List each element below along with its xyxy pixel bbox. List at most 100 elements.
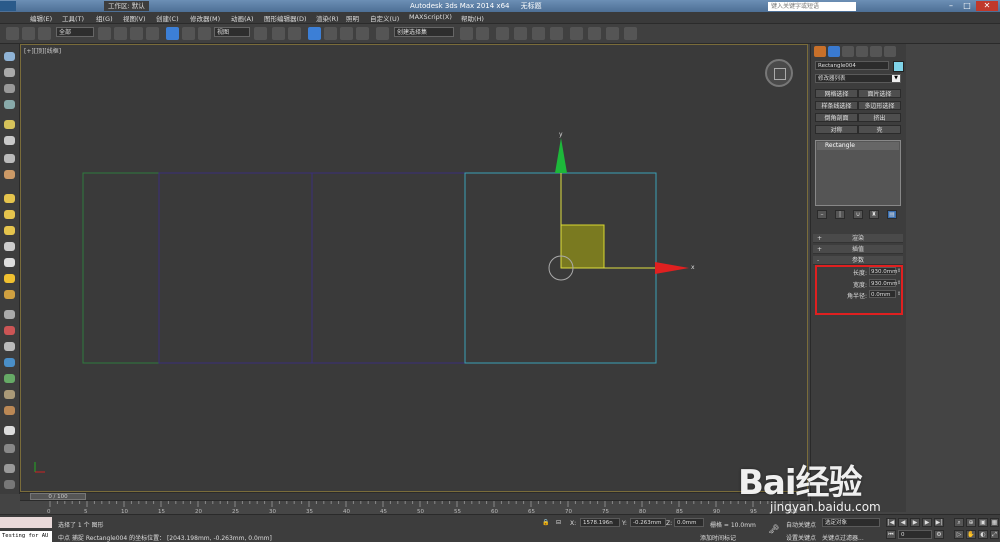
bevel-profile-button[interactable]: 倒角剖面 bbox=[815, 113, 858, 122]
time-slider-thumb[interactable]: 0 / 100 bbox=[30, 493, 86, 500]
goto-end-icon[interactable]: ▶| bbox=[934, 518, 944, 527]
poly-select-button[interactable]: 多边形选择 bbox=[858, 101, 901, 110]
sun-icon[interactable] bbox=[4, 274, 15, 283]
box-icon[interactable] bbox=[4, 194, 15, 203]
zoom-icon[interactable]: ⌕ bbox=[954, 518, 964, 527]
eye-icon[interactable] bbox=[4, 52, 15, 61]
named-selection-dropdown[interactable]: 创建选择集 bbox=[394, 27, 454, 37]
rect-region-icon[interactable] bbox=[130, 27, 143, 40]
shape-icon[interactable] bbox=[4, 170, 15, 179]
layer-manager-icon[interactable] bbox=[496, 27, 509, 40]
goto-start-icon[interactable]: |◀ bbox=[886, 518, 896, 527]
curve-editor-icon[interactable] bbox=[532, 27, 545, 40]
figure-icon[interactable] bbox=[4, 342, 15, 351]
sphere-white-icon[interactable] bbox=[4, 426, 15, 435]
menu-group[interactable]: 组(G) bbox=[96, 13, 113, 23]
menu-views[interactable]: 视图(V) bbox=[123, 13, 146, 23]
minimize-icon[interactable]: – bbox=[944, 1, 958, 11]
rendered-frame-icon[interactable] bbox=[606, 27, 619, 40]
selection-filter-dropdown[interactable]: 全部 bbox=[56, 27, 94, 37]
settings-icon[interactable] bbox=[4, 444, 15, 453]
spinner-snap-icon[interactable] bbox=[356, 27, 369, 40]
track-bar[interactable]: 0 5 10 15 20 25 30 35 40 45 50 55 60 65 70 75 80 85 90 95 10… bbox=[20, 500, 808, 515]
object-color-swatch[interactable] bbox=[893, 61, 904, 72]
patch-select-button[interactable]: 面片选择 bbox=[858, 89, 901, 98]
unlink-icon[interactable] bbox=[22, 27, 35, 40]
rollout-render[interactable]: + 渲染 bbox=[813, 234, 903, 243]
modify-tab-icon[interactable] bbox=[828, 46, 840, 57]
utilities-tab-icon[interactable] bbox=[884, 46, 896, 57]
select-rotate-icon[interactable] bbox=[182, 27, 195, 40]
light-icon[interactable] bbox=[4, 120, 15, 129]
menu-customize[interactable]: 自定义(U) bbox=[370, 13, 399, 23]
grid-icon[interactable] bbox=[4, 100, 15, 109]
object-name-field[interactable]: Rectangle004 bbox=[815, 61, 889, 70]
pan-icon[interactable]: ✋ bbox=[966, 530, 976, 539]
sphere-icon[interactable] bbox=[4, 210, 15, 219]
pin-stack-icon[interactable]: – bbox=[817, 210, 827, 219]
menu-lighting[interactable]: 照明 bbox=[346, 13, 359, 23]
configure-sets-icon[interactable]: ▤ bbox=[887, 210, 897, 219]
align-icon[interactable] bbox=[476, 27, 489, 40]
key-mode-icon[interactable]: ⏮ bbox=[886, 530, 896, 539]
z-coord-field[interactable]: 0.0mm bbox=[674, 518, 704, 527]
select-move-icon[interactable] bbox=[166, 27, 179, 40]
next-frame-icon[interactable]: ▶ bbox=[922, 518, 932, 527]
create-tab-icon[interactable] bbox=[814, 46, 826, 57]
menu-edit[interactable]: 编辑(E) bbox=[30, 13, 52, 23]
gear-icon[interactable] bbox=[4, 290, 15, 299]
animal-icon[interactable] bbox=[4, 390, 15, 399]
spline-select-button[interactable]: 样条线选择 bbox=[815, 101, 858, 110]
corner-radius-spinner-icon[interactable]: ⇕ bbox=[897, 290, 901, 298]
rollout-parameters[interactable]: - 参数 bbox=[813, 256, 903, 265]
show-end-result-icon[interactable]: | bbox=[835, 210, 845, 219]
stack-item-rectangle[interactable]: Rectangle bbox=[817, 142, 899, 150]
selected-set-dropdown[interactable]: 选定对象 bbox=[822, 518, 880, 527]
schematic-view-icon[interactable] bbox=[550, 27, 563, 40]
width-field[interactable]: 930.0mm bbox=[869, 279, 897, 287]
torus-icon[interactable] bbox=[4, 226, 15, 235]
top-viewport[interactable]: [+][顶][线框] y x bbox=[20, 44, 808, 492]
modifier-list-dropdown[interactable]: 修改器列表 ▼ bbox=[815, 74, 901, 83]
zoom-extents-all-icon[interactable]: ▦ bbox=[990, 518, 999, 527]
select-manipulate-icon[interactable] bbox=[272, 27, 285, 40]
app-logo-icon[interactable] bbox=[0, 1, 16, 11]
snaps-toggle-icon[interactable] bbox=[308, 27, 321, 40]
edit-named-sel-icon[interactable] bbox=[376, 27, 389, 40]
hair-icon[interactable] bbox=[4, 310, 15, 319]
percent-snap-icon[interactable] bbox=[340, 27, 353, 40]
x-coord-field[interactable]: 1578.196n bbox=[580, 518, 620, 527]
zoom-all-icon[interactable]: ⊕ bbox=[966, 518, 976, 527]
display-tab-icon[interactable] bbox=[870, 46, 882, 57]
key-icon[interactable]: 🗝 bbox=[768, 525, 779, 535]
lock-icon[interactable]: 🔒 bbox=[542, 519, 549, 526]
length-field[interactable]: 930.0mm bbox=[869, 267, 897, 275]
motion-tab-icon[interactable] bbox=[856, 46, 868, 57]
prev-frame-icon[interactable]: ◀ bbox=[898, 518, 908, 527]
tree-icon[interactable] bbox=[4, 374, 15, 383]
display-icon[interactable] bbox=[4, 68, 15, 77]
workspace-dropdown[interactable]: 工作区: 默认 bbox=[104, 1, 149, 11]
menu-tools[interactable]: 工具(T) bbox=[62, 13, 84, 23]
help-icon[interactable] bbox=[4, 480, 15, 489]
symmetry-button[interactable]: 对称 bbox=[815, 125, 858, 134]
y-coord-field[interactable]: -0.263mm bbox=[630, 518, 666, 527]
layer-icon[interactable] bbox=[4, 84, 15, 93]
width-spinner-icon[interactable]: ⇕ bbox=[897, 279, 901, 287]
zoom-extents-icon[interactable]: ▣ bbox=[978, 518, 988, 527]
field-of-view-icon[interactable]: ▷ bbox=[954, 530, 964, 539]
pivot-center-icon[interactable] bbox=[254, 27, 267, 40]
length-spinner-icon[interactable]: ⇕ bbox=[897, 267, 901, 275]
shell-button[interactable]: 壳 bbox=[858, 125, 901, 134]
scene-icon[interactable] bbox=[4, 464, 15, 473]
camera-icon[interactable] bbox=[4, 136, 15, 145]
paint-icon[interactable] bbox=[4, 326, 15, 335]
remove-modifier-icon[interactable]: ♜ bbox=[869, 210, 879, 219]
angle-snap-icon[interactable] bbox=[324, 27, 337, 40]
menu-help[interactable]: 帮助(H) bbox=[461, 13, 484, 23]
ref-coord-dropdown[interactable]: 视图 bbox=[214, 27, 250, 37]
corner-radius-field[interactable]: 0.0mm bbox=[869, 290, 896, 298]
maxscript-listener[interactable] bbox=[0, 517, 52, 528]
select-object-icon[interactable] bbox=[98, 27, 111, 40]
rollout-interpolation[interactable]: + 插值 bbox=[813, 245, 903, 254]
